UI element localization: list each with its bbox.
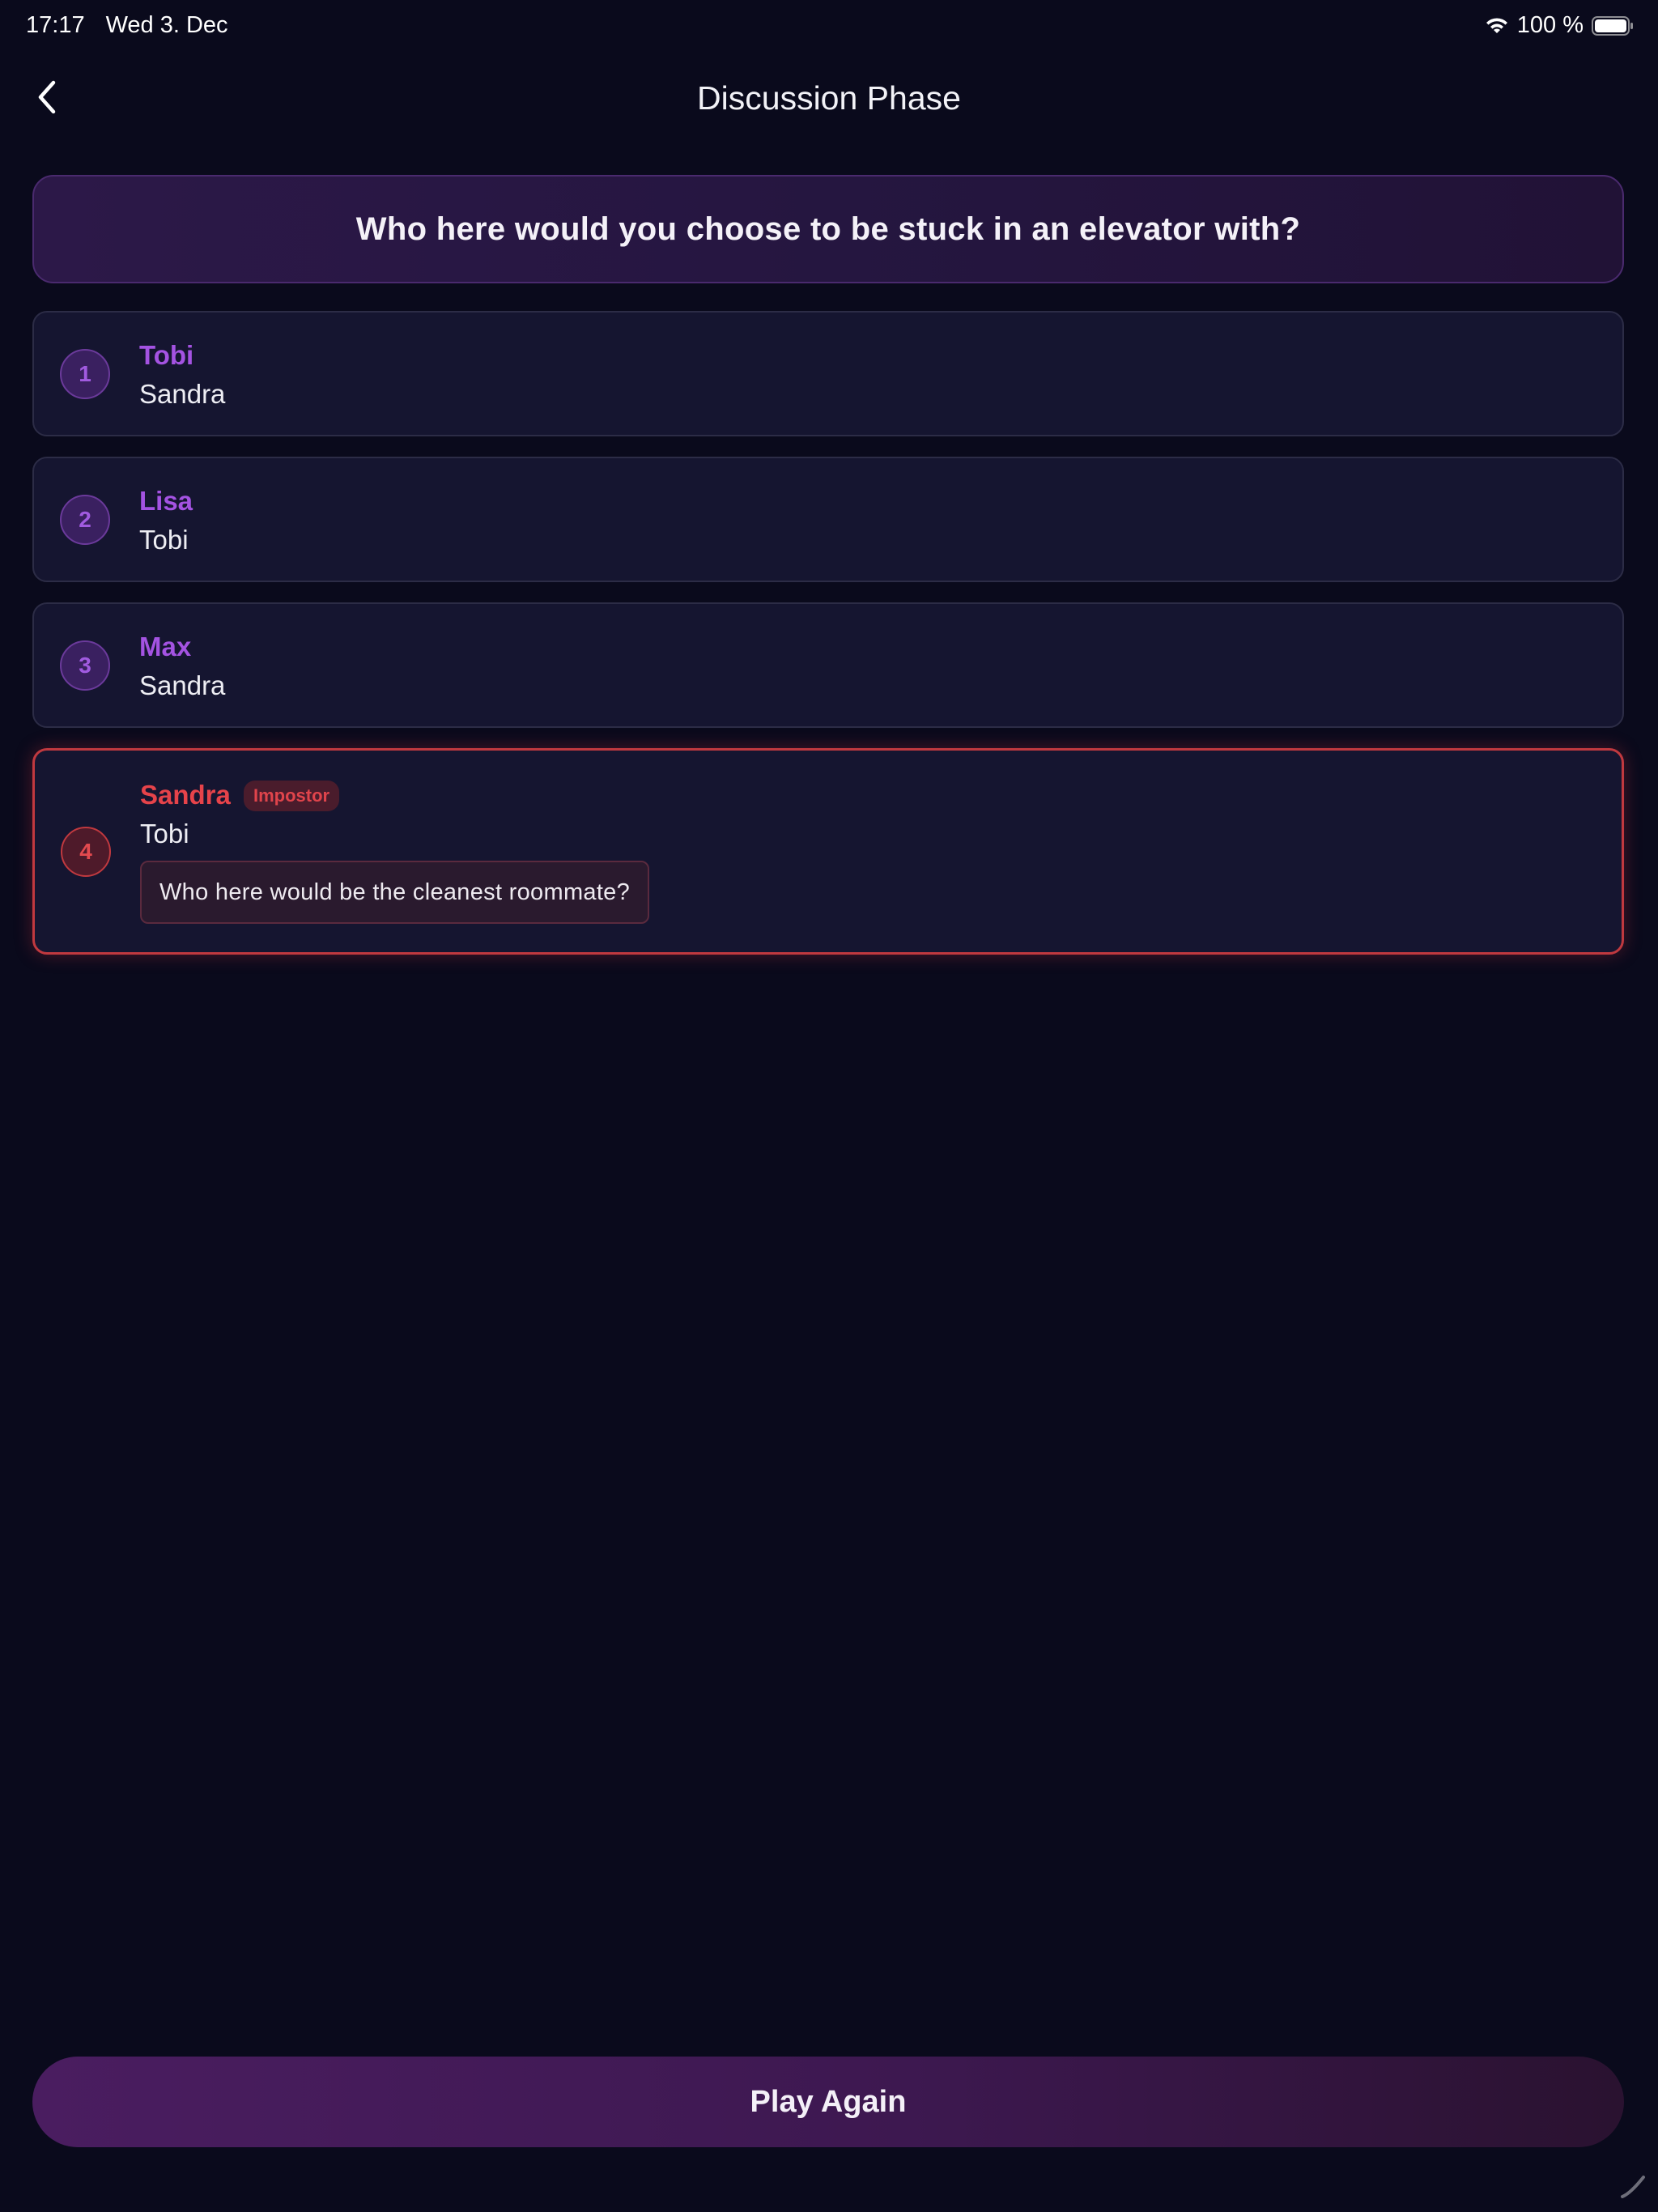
status-left: 17:17 Wed 3. Dec [26, 12, 228, 39]
impostor-secret-question: Who here would be the cleanest roommate? [140, 861, 650, 924]
player-answer: Sandra [139, 379, 226, 409]
player-name: Max [139, 632, 192, 661]
player-card-2: 2 Lisa Tobi [32, 457, 1624, 582]
player-answer: Tobi [140, 819, 189, 849]
player-answer: Sandra [139, 670, 226, 700]
battery-icon [1592, 15, 1634, 36]
player-number-badge: 2 [60, 495, 110, 545]
battery-percent: 100 % [1516, 12, 1584, 38]
player-name: Tobi [139, 340, 194, 370]
player-number-badge: 3 [60, 640, 110, 691]
play-again-button[interactable]: Play Again [32, 2057, 1624, 2147]
player-name: Lisa [139, 486, 193, 516]
player-card-3: 3 Max Sandra [32, 602, 1624, 728]
home-indicator-icon [1619, 2172, 1647, 2204]
impostor-badge: Impostor [244, 781, 340, 811]
question-text: Who here would you choose to be stuck in… [355, 211, 1301, 247]
player-answer: Tobi [139, 525, 189, 555]
page-title: Discussion Phase [697, 79, 961, 117]
status-bar: 17:17 Wed 3. Dec 100 % [0, 0, 1658, 52]
player-number-badge: 1 [60, 349, 110, 399]
wifi-icon [1485, 16, 1509, 36]
question-card: Who here would you choose to be stuck in… [32, 175, 1624, 283]
status-time: 17:17 [26, 12, 85, 38]
status-date: Wed 3. Dec [105, 12, 228, 38]
nav-bar: Discussion Phase [0, 65, 1658, 130]
player-card-1: 1 Tobi Sandra [32, 311, 1624, 436]
player-name: Sandra [140, 780, 231, 810]
player-number-badge: 4 [61, 827, 111, 877]
status-right: 100 % [1485, 12, 1634, 39]
player-card-4-impostor: 4 Sandra Impostor Tobi Who here would be… [32, 748, 1624, 955]
